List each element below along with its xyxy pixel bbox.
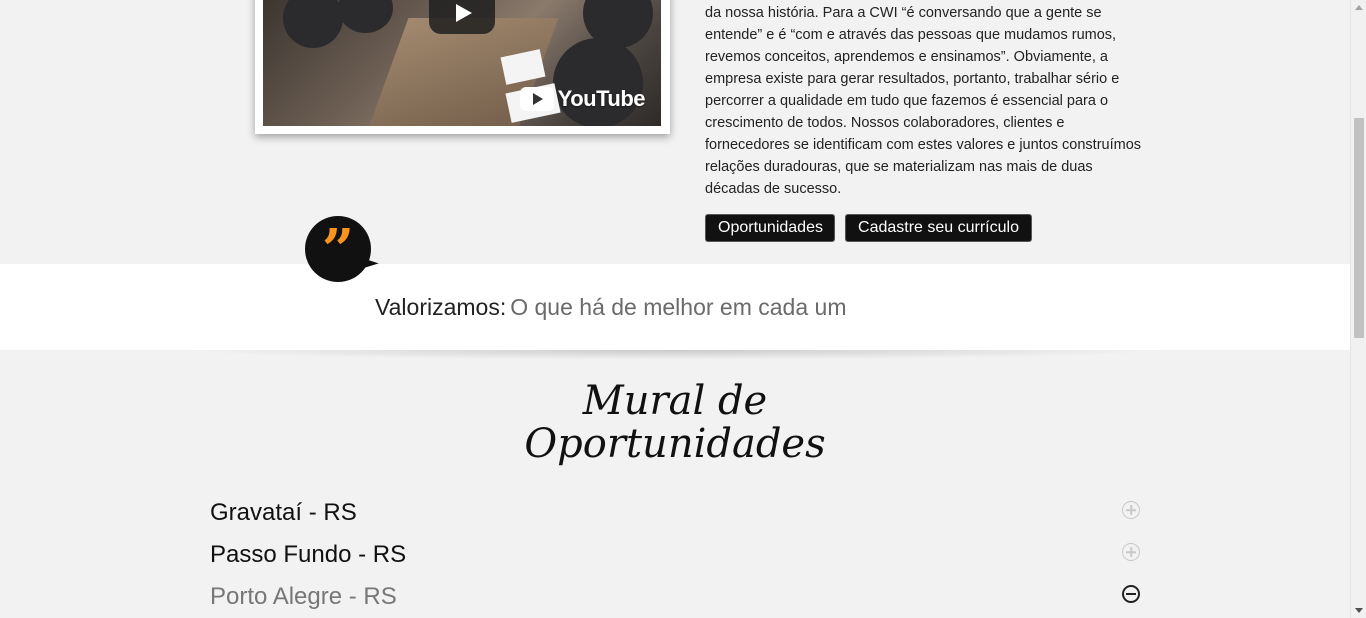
video-frame: YouTube [255,0,670,134]
opportunities-button[interactable]: Oportunidades [705,214,835,242]
youtube-logo[interactable]: YouTube [519,86,646,112]
scrollbar[interactable] [1350,0,1366,618]
register-cv-button[interactable]: Cadastre seu currículo [845,214,1032,242]
values-lead: Valorizamos: [375,294,507,320]
scrollbar-thumb[interactable] [1354,118,1364,338]
about-section: YouTube da nossa história. Para a CWI “é… [0,0,1350,264]
location-passo-fundo[interactable]: Passo Fundo - RS [210,541,406,569]
values-text: O que há de melhor em cada um [510,294,847,320]
play-icon[interactable] [429,0,495,34]
video-thumbnail-person [338,0,393,33]
values-band-shadow [180,350,1170,360]
plus-circle-icon[interactable] [1122,543,1140,561]
plus-circle-icon[interactable] [1122,501,1140,519]
values-quote: Valorizamos: O que há de melhor em cada u… [375,294,846,321]
minus-circle-icon[interactable] [1122,585,1140,603]
quote-bubble-icon: ” [305,216,371,282]
mural-title: Mural de Oportunidades [524,378,826,467]
scroll-up-icon[interactable] [1355,5,1363,10]
youtube-play-icon [519,87,554,111]
video-player[interactable]: YouTube [263,0,661,126]
quote-mark: ” [321,217,355,283]
location-gravatai[interactable]: Gravataí - RS [210,499,357,527]
scroll-down-icon[interactable] [1355,608,1363,613]
location-porto-alegre[interactable]: Porto Alegre - RS [210,583,397,611]
about-paragraph: da nossa história. Para a CWI “é convers… [705,5,1142,197]
youtube-logo-text: YouTube [557,86,646,111]
video-thumbnail-person [553,38,643,126]
video-thumbnail-person [283,0,343,48]
